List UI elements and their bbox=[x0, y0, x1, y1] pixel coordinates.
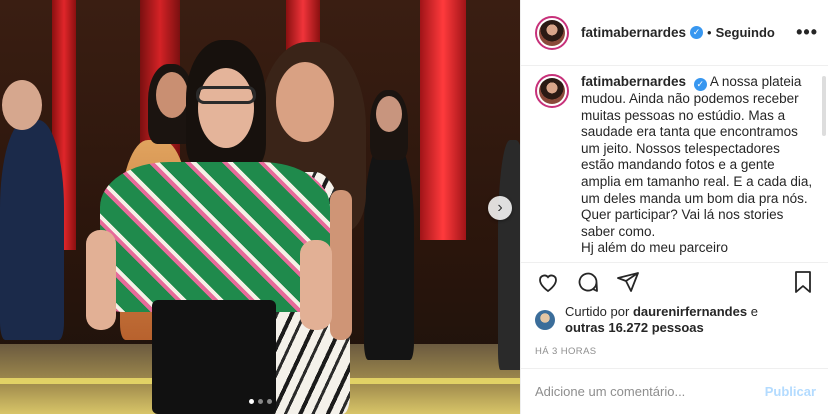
cutout-left-body bbox=[0, 120, 64, 340]
host-head bbox=[276, 62, 334, 142]
post-header: fatimabernardes ✓ • Seguindo ••• bbox=[521, 0, 828, 66]
share-icon[interactable] bbox=[615, 269, 641, 295]
post-photo[interactable]: › bbox=[0, 0, 520, 414]
carousel-indicator bbox=[0, 399, 520, 404]
publish-button[interactable]: Publicar bbox=[765, 384, 816, 399]
liker-username-link[interactable]: daurenirfernandes bbox=[633, 304, 747, 319]
cutout-right-head bbox=[376, 96, 402, 132]
caption-line: muitas pessoas no estúdio. Mas a bbox=[581, 107, 786, 123]
cutout-left-head bbox=[2, 80, 42, 130]
following-button[interactable]: Seguindo bbox=[716, 25, 775, 40]
caption-line: Quer participar? Vai lá nos stories bbox=[581, 207, 784, 223]
liked-by-joiner: e bbox=[750, 304, 758, 319]
carousel-dot bbox=[248, 399, 254, 404]
likes-summary: Curtido por daurenirfernandes e outras 1… bbox=[521, 300, 828, 340]
main-cutout-glasses bbox=[196, 86, 256, 104]
liker-avatar[interactable] bbox=[535, 310, 555, 330]
carousel-dot bbox=[257, 399, 263, 404]
red-wall-panel bbox=[420, 0, 466, 240]
main-cutout-arm-left bbox=[86, 230, 116, 330]
instagram-post: › fatimabernardes ✓ • Seguindo ••• fatim… bbox=[0, 0, 828, 414]
cutout-edge-body bbox=[498, 140, 520, 370]
main-cutout-head bbox=[198, 68, 254, 148]
caption-line: saber como. bbox=[581, 223, 656, 239]
post-side-panel: fatimabernardes ✓ • Seguindo ••• fatimab… bbox=[520, 0, 828, 414]
separator-dot: • bbox=[707, 25, 712, 40]
caption-text: fatimabernardes ✓ A nossa plateia mudou.… bbox=[581, 74, 812, 262]
more-options-icon[interactable]: ••• bbox=[796, 22, 818, 43]
caption-scrollbar[interactable] bbox=[822, 76, 826, 136]
cutout-back-head bbox=[156, 72, 188, 118]
heart-icon[interactable] bbox=[535, 269, 561, 295]
verified-icon: ✓ bbox=[690, 26, 704, 39]
action-bar bbox=[521, 262, 828, 300]
comment-input[interactable] bbox=[535, 384, 765, 399]
caption-area: fatimabernardes ✓ A nossa plateia mudou.… bbox=[521, 66, 828, 262]
comment-icon[interactable] bbox=[575, 269, 601, 295]
cutout-right-body bbox=[364, 140, 414, 360]
caption-line: saudade era tanta que encontramos bbox=[581, 124, 798, 140]
bookmark-icon[interactable] bbox=[790, 269, 816, 295]
others-likes-link[interactable]: outras 16.272 pessoas bbox=[565, 320, 704, 335]
liked-by-prefix: Curtido por bbox=[565, 304, 630, 319]
caption-line: mudou. Ainda não podemos receber bbox=[581, 91, 799, 106]
main-cutout-shirt bbox=[100, 162, 330, 312]
likes-text: Curtido por daurenirfernandes e outras 1… bbox=[565, 304, 758, 336]
main-cutout-pants bbox=[152, 300, 276, 414]
comment-bar: Publicar bbox=[521, 368, 828, 414]
caption-line: um deles manda um bom dia pra nós. bbox=[581, 190, 808, 206]
avatar[interactable] bbox=[535, 15, 569, 50]
caption-line: estão mandando fotos e a gente bbox=[581, 157, 775, 173]
caption-line: amplia em tamanho real. E a cada dia, bbox=[581, 173, 813, 189]
caption-line: um jeito. Nossos telespectadores bbox=[581, 140, 780, 156]
post-timestamp[interactable]: HÁ 3 HORAS bbox=[521, 340, 828, 357]
avatar-image bbox=[539, 19, 565, 46]
avatar-image bbox=[539, 78, 565, 104]
host-arm bbox=[330, 190, 352, 340]
avatar[interactable] bbox=[535, 74, 569, 108]
next-arrow-icon[interactable]: › bbox=[488, 196, 512, 220]
verified-icon: ✓ bbox=[693, 78, 707, 91]
username-link[interactable]: fatimabernardes bbox=[581, 25, 686, 40]
caption-line: Hj além do meu parceiro bbox=[581, 240, 729, 256]
caption-username-link[interactable]: fatimabernardes bbox=[581, 74, 686, 89]
caption-line: A nossa plateia bbox=[709, 74, 802, 89]
main-cutout-arm-right bbox=[300, 240, 332, 330]
carousel-dot bbox=[266, 399, 272, 404]
